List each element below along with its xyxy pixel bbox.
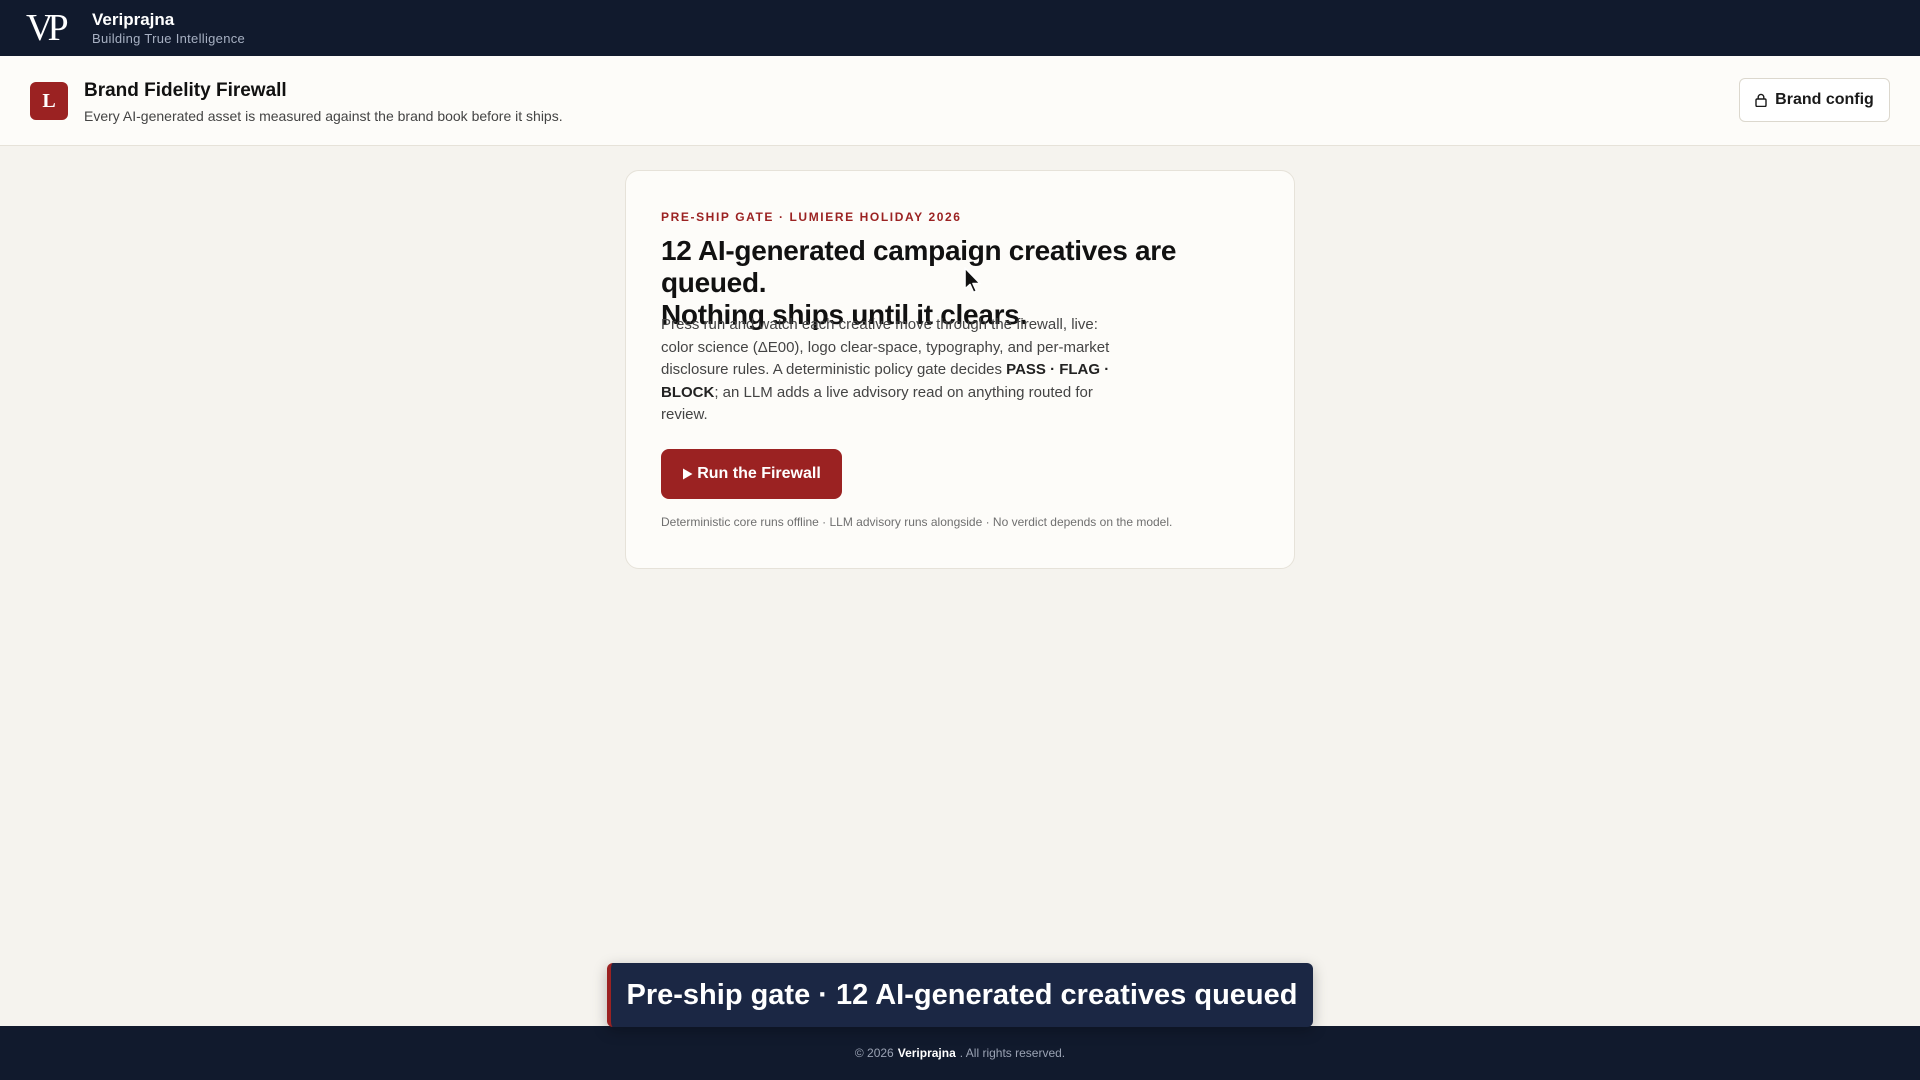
description-part-2: ; an LLM adds a live advisory read on an… [661,383,1093,424]
veriprajna-logo[interactable]: VP [26,9,74,47]
app-icon: L [30,82,68,120]
app-header: L Brand Fidelity Firewall Every AI-gener… [0,56,1920,146]
footer-copyright: © 2026 [854,1046,894,1060]
brand-config-button[interactable]: Brand config [1739,78,1890,122]
card-description: Press run and watch each creative move t… [661,314,1131,427]
page-footer: © 2026 Veriprajna . All rights reserved. [0,1026,1920,1080]
lock-icon [1755,93,1767,107]
run-firewall-label: Run the Firewall [697,465,821,482]
status-toast: Pre-ship gate · 12 AI-generated creative… [607,963,1313,1027]
pre-ship-gate-card: PRE-SHIP GATE · LUMIERE HOLIDAY 2026 12 … [625,170,1295,569]
play-icon [683,468,693,480]
top-bar: VP Veriprajna Building True Intelligence [0,0,1920,56]
brand-block: Veriprajna Building True Intelligence [92,10,245,47]
brand-tagline: Building True Intelligence [92,30,246,46]
run-firewall-button[interactable]: Run the Firewall [661,449,842,499]
page-title: Brand Fidelity Firewall [84,80,287,101]
footer-brand[interactable]: Veriprajna [898,1046,956,1060]
footer-rights: . All rights reserved. [959,1046,1066,1060]
page-subtitle: Every AI-generated asset is measured aga… [84,108,563,124]
brand-name[interactable]: Veriprajna [92,10,245,30]
brand-config-label: Brand config [1775,91,1874,108]
card-footnote: Deterministic core runs offline · LLM ad… [661,515,1173,529]
mouse-cursor-icon [964,267,981,294]
card-eyebrow: PRE-SHIP GATE · LUMIERE HOLIDAY 2026 [661,210,962,224]
